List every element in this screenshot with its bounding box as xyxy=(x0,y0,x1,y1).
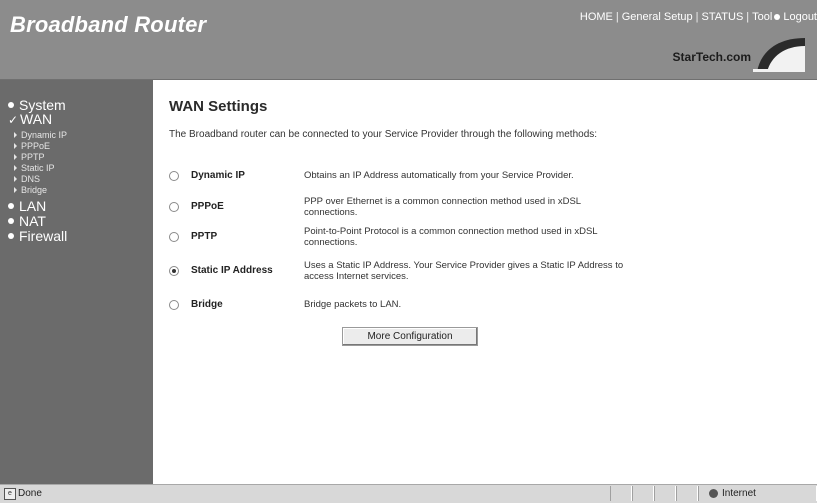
logo-swoosh-icon xyxy=(753,38,805,72)
sidebar-subitem-dns[interactable]: DNS xyxy=(14,175,40,184)
status-text: Done xyxy=(18,488,42,499)
checkmark-icon: ✓ xyxy=(8,113,19,127)
nav-separator: | xyxy=(746,11,750,23)
page-title: WAN Settings xyxy=(169,98,268,115)
bullet-icon xyxy=(8,102,14,109)
sidebar-item-firewall[interactable]: Firewall xyxy=(8,229,67,243)
sidebar-item-wan[interactable]: ✓ WAN xyxy=(8,112,52,127)
logo-text: StarTech.com xyxy=(672,50,751,64)
status-panel xyxy=(610,486,632,501)
option-description: Point-to-Point Protocol is a common conn… xyxy=(304,226,598,248)
top-nav: HOME | General Setup | STATUS | Tool Logout xyxy=(580,11,817,23)
dynamic-ip-radio[interactable] xyxy=(169,171,179,181)
sidebar: System ✓ WAN Dynamic IP PPPoE PPTP Static… xyxy=(0,80,153,484)
intro-text: The Broadband router can be connected to… xyxy=(169,129,598,140)
sidebar-subitem-label: DNS xyxy=(21,174,41,184)
sidebar-item-label: WAN xyxy=(20,111,53,127)
sidebar-item-label: Firewall xyxy=(19,228,68,244)
sidebar-item-nat[interactable]: NAT xyxy=(8,214,46,228)
option-label: Static IP Address xyxy=(191,265,273,276)
nav-status-link[interactable]: STATUS xyxy=(702,11,744,23)
status-panel xyxy=(632,486,654,501)
nav-tool-link[interactable]: Tool xyxy=(752,11,772,23)
option-label: Dynamic IP xyxy=(191,170,245,181)
page-done-icon: e xyxy=(4,488,16,500)
sidebar-subitem-label: PPPoE xyxy=(21,141,51,151)
nav-home-link[interactable]: HOME xyxy=(580,11,613,23)
bullet-icon xyxy=(8,233,14,240)
sidebar-subitem-pptp[interactable]: PPTP xyxy=(14,153,45,162)
zone-label: Internet xyxy=(722,488,756,499)
option-description: Uses a Static IP Address. Your Service P… xyxy=(304,260,624,282)
sidebar-subitem-static-ip[interactable]: Static IP xyxy=(14,164,55,173)
arrow-right-icon xyxy=(14,187,17,194)
sidebar-subitem-label: Static IP xyxy=(21,163,55,173)
startech-logo: StarTech.com xyxy=(665,36,805,72)
sidebar-subitem-dynamic-ip[interactable]: Dynamic IP xyxy=(14,131,67,140)
status-panel xyxy=(654,486,676,501)
pppoe-radio[interactable] xyxy=(169,202,179,212)
sidebar-subitem-label: Dynamic IP xyxy=(21,130,68,140)
sidebar-item-label: LAN xyxy=(19,198,47,214)
sidebar-subitem-label: Bridge xyxy=(21,185,48,195)
sidebar-subitem-pppoe[interactable]: PPPoE xyxy=(14,142,50,151)
pptp-radio[interactable] xyxy=(169,232,179,242)
header-bar: Broadband Router HOME | General Setup | STAT… xyxy=(0,0,817,80)
arrow-right-icon xyxy=(14,154,17,161)
option-label: PPPoE xyxy=(191,201,224,212)
arrow-right-icon xyxy=(14,132,17,139)
bullet-icon xyxy=(8,218,14,225)
status-bar: e Done Internet xyxy=(0,484,817,503)
option-description: PPP over Ethernet is a common connection… xyxy=(304,196,581,218)
globe-icon xyxy=(709,488,718,498)
option-description: Bridge packets to LAN. xyxy=(304,299,402,310)
main-content: WAN Settings The Broadband router can be… xyxy=(153,80,817,484)
sidebar-subitem-label: PPTP xyxy=(21,152,45,162)
nav-logout-link[interactable]: Logout xyxy=(783,11,817,23)
sidebar-item-system[interactable]: System xyxy=(8,98,66,112)
sidebar-subitem-bridge[interactable]: Bridge xyxy=(14,186,47,195)
option-label: Bridge xyxy=(191,299,223,310)
option-label: PPTP xyxy=(191,231,218,242)
bullet-icon xyxy=(8,203,14,210)
more-configuration-button[interactable]: More Configuration xyxy=(342,327,478,346)
static-ip-radio[interactable] xyxy=(169,266,179,276)
nav-separator: | xyxy=(615,11,619,23)
arrow-right-icon xyxy=(14,165,17,172)
nav-bullet-icon xyxy=(774,13,781,20)
sidebar-item-label: NAT xyxy=(19,213,46,229)
bridge-radio[interactable] xyxy=(169,300,179,310)
nav-general-setup-link[interactable]: General Setup xyxy=(622,11,693,23)
brand-title: Broadband Router xyxy=(10,12,207,37)
sidebar-item-lan[interactable]: LAN xyxy=(8,199,46,213)
status-panel xyxy=(676,486,698,501)
arrow-right-icon xyxy=(14,143,17,150)
security-zone: Internet xyxy=(709,488,756,499)
option-description: Obtains an IP Address automatically from… xyxy=(304,170,574,181)
arrow-right-icon xyxy=(14,176,17,183)
nav-separator: | xyxy=(695,11,699,23)
